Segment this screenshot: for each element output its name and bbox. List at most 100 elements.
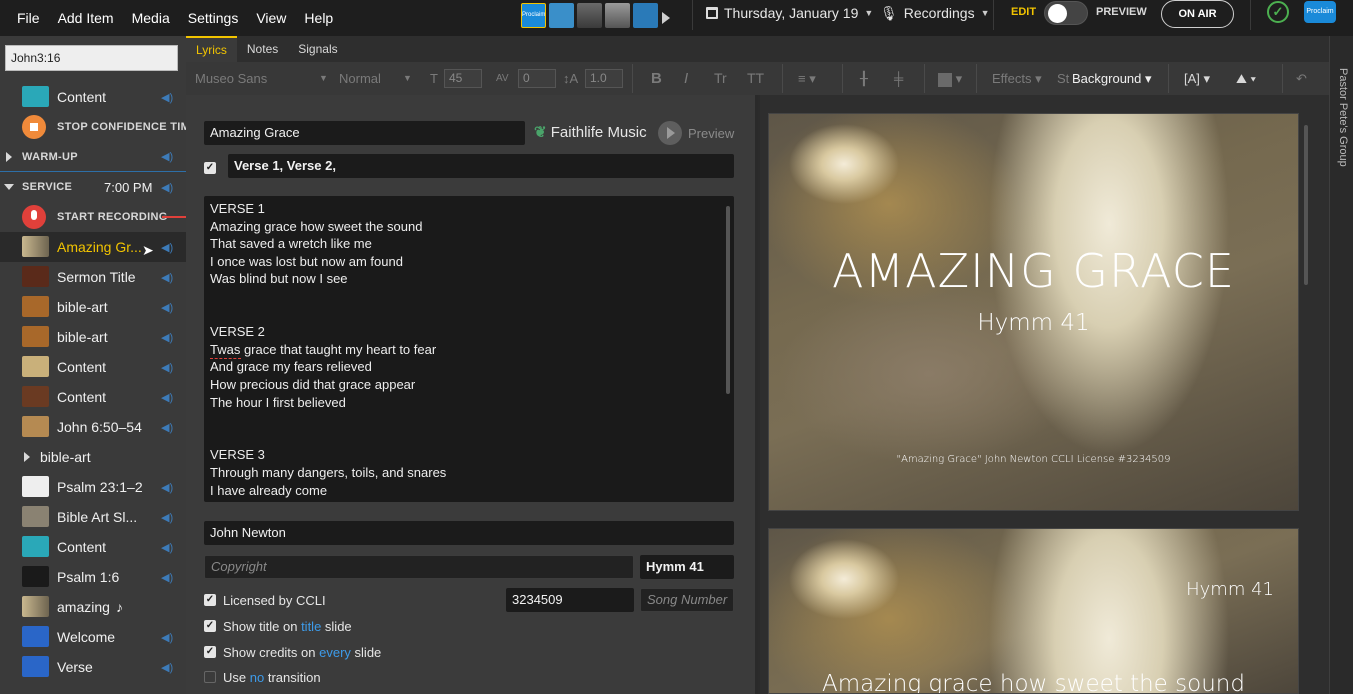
group-panel-label[interactable]: Pastor Pete's Group xyxy=(1333,68,1349,188)
service-date-picker[interactable]: Thursday, January 19 ▼ xyxy=(706,0,873,26)
transition-link[interactable]: no xyxy=(250,670,264,685)
valign-center-icon[interactable]: ╂ xyxy=(860,62,868,95)
list-item[interactable]: Content ◀) xyxy=(0,382,186,412)
list-item[interactable]: Psalm 1:6 ◀) xyxy=(0,562,186,592)
slide-title-preview[interactable]: AMAZING GRACE Hymm 41 "Amazing Grace" Jo… xyxy=(768,113,1299,511)
chevron-down-icon: ▼ xyxy=(403,73,412,83)
divider xyxy=(924,64,925,93)
transition-label: Use no transition xyxy=(223,670,321,685)
show-title-suffix: slide xyxy=(324,619,352,634)
show-credits-link[interactable]: every xyxy=(319,645,351,660)
song-title-input[interactable]: Amazing Grace xyxy=(204,121,525,145)
item-thumbnail xyxy=(22,86,49,107)
menu-view[interactable]: View xyxy=(247,0,295,36)
list-item-cue[interactable]: STOP CONFIDENCE TIME xyxy=(0,112,186,142)
chevron-down-icon: ▼ xyxy=(980,8,990,18)
profile-avatar[interactable]: Proclaim xyxy=(1304,1,1336,23)
subscript-icon[interactable]: Tr xyxy=(714,62,727,95)
verse-order-input[interactable]: Verse 1, Verse 2, xyxy=(228,154,734,178)
slide-preview-pane: AMAZING GRACE Hymm 41 "Amazing Grace" Jo… xyxy=(760,95,1329,694)
menu-media[interactable]: Media xyxy=(123,0,179,36)
menu-settings[interactable]: Settings xyxy=(179,0,248,36)
preview-button[interactable]: Preview xyxy=(658,121,734,145)
background-label: Background xyxy=(1072,71,1142,86)
song-number-input[interactable]: Song Number xyxy=(640,588,734,612)
thumb-person-icon[interactable] xyxy=(549,3,574,28)
on-air-button[interactable]: ON AIR xyxy=(1161,0,1234,28)
thumb-portrait-1[interactable] xyxy=(577,3,602,28)
list-item[interactable]: amazing ♪ xyxy=(0,592,186,622)
tab-lyrics[interactable]: Lyrics xyxy=(186,36,237,62)
effects-dropdown[interactable]: Effects ▾ xyxy=(992,62,1042,95)
line-height-input[interactable]: 1.0 xyxy=(585,69,623,88)
bold-icon[interactable]: B xyxy=(651,62,662,95)
image-icon[interactable]: ⛰ ▾ xyxy=(1236,62,1256,95)
thumb-proclaim[interactable]: Proclaim xyxy=(521,3,546,28)
show-title-checkbox[interactable]: ✓ xyxy=(204,620,216,632)
list-item[interactable]: bible-art ◀) xyxy=(0,292,186,322)
list-item[interactable]: Content ◀) xyxy=(0,352,186,382)
ccli-label: Licensed by CCLI xyxy=(223,593,326,608)
play-icon[interactable] xyxy=(662,12,670,24)
divider xyxy=(632,64,633,93)
slide-verse-preview[interactable]: Hymm 41 Amazing grace how sweet the soun… xyxy=(768,528,1299,694)
list-item[interactable]: Psalm 23:1–2 ◀) xyxy=(0,472,186,502)
verse-order-checkbox[interactable]: ✓ xyxy=(204,162,216,174)
thumb-portrait-2[interactable] xyxy=(605,3,630,28)
menu-help[interactable]: Help xyxy=(295,0,342,36)
tab-notes[interactable]: Notes xyxy=(237,36,288,62)
show-credits-checkbox[interactable]: ✓ xyxy=(204,646,216,658)
lyric-line: How precious did that grace appear xyxy=(210,377,416,392)
list-item[interactable]: Bible Art Sl... ◀) xyxy=(0,502,186,532)
list-item[interactable]: Content ◀) xyxy=(0,532,186,562)
lyrics-textarea[interactable]: VERSE 1 Amazing grace how sweet the soun… xyxy=(204,196,734,502)
pane-divider[interactable] xyxy=(755,95,758,694)
text-box-icon[interactable]: [A] ▾ xyxy=(1184,62,1210,95)
ccli-checkbox[interactable]: ✓ xyxy=(204,594,216,606)
speaker-icon: ◀) xyxy=(161,391,174,404)
all-caps-icon[interactable]: TT xyxy=(747,62,764,95)
styles-dropdown[interactable]: St xyxy=(1057,62,1069,95)
list-item[interactable]: Welcome ◀) xyxy=(0,622,186,652)
letter-spacing-input[interactable]: 0 xyxy=(518,69,556,88)
preview-scrollbar[interactable] xyxy=(1304,125,1308,285)
copyright-input[interactable]: Copyright xyxy=(204,555,634,579)
faithlife-music-link[interactable]: ❦ Faithlife Music xyxy=(534,123,647,141)
hymn-input[interactable]: Hymm 41 xyxy=(640,555,734,579)
list-item-cue[interactable]: START RECORDING xyxy=(0,202,186,232)
list-item[interactable]: bible-art ◀) xyxy=(0,322,186,352)
item-label: Welcome xyxy=(57,629,116,645)
menu-add-item[interactable]: Add Item xyxy=(49,0,123,36)
status-check-icon[interactable]: ✓ xyxy=(1267,1,1289,23)
valign-middle-icon[interactable]: ╪ xyxy=(894,62,903,95)
recordings-dropdown[interactable]: 🎙 Recordings ▼ xyxy=(880,0,990,26)
undo-icon[interactable]: ↶ xyxy=(1296,62,1307,95)
menu-file[interactable]: File xyxy=(0,0,49,36)
group-bible-art[interactable]: bible-art xyxy=(0,442,186,472)
font-family-select[interactable]: Museo Sans xyxy=(195,62,267,95)
background-dropdown[interactable]: Background ▾ xyxy=(1072,62,1152,95)
list-item[interactable]: John 6:50–54 ◀) xyxy=(0,412,186,442)
section-warm-up[interactable]: WARM-UP ◀) xyxy=(0,142,186,172)
list-item[interactable]: Content ◀) xyxy=(0,82,186,112)
font-size-input[interactable]: 45 xyxy=(444,69,482,88)
thumb-blue-slide[interactable] xyxy=(633,3,658,28)
align-icon[interactable]: ≡ ▾ xyxy=(798,62,816,95)
list-item-selected[interactable]: Amazing Gr... ◀) xyxy=(0,232,186,262)
section-service[interactable]: SERVICE 7:00 PM ◀) xyxy=(0,172,186,202)
list-item[interactable]: Sermon Title ◀) xyxy=(0,262,186,292)
lyrics-scrollbar[interactable] xyxy=(726,206,730,394)
search-input[interactable]: John3:16 xyxy=(5,45,178,71)
font-weight-select[interactable]: Normal xyxy=(339,62,381,95)
fill-color-icon[interactable]: ▾ xyxy=(938,62,962,95)
italic-icon[interactable]: I xyxy=(684,62,688,95)
section-label: WARM-UP xyxy=(22,150,78,163)
item-thumbnail xyxy=(22,476,49,497)
edit-preview-toggle[interactable] xyxy=(1044,1,1088,25)
ccli-number-input[interactable]: 3234509 xyxy=(506,588,634,612)
show-title-link[interactable]: title xyxy=(301,619,321,634)
list-item[interactable]: Verse ◀) xyxy=(0,652,186,682)
tab-signals[interactable]: Signals xyxy=(288,36,347,62)
author-input[interactable]: John Newton xyxy=(204,521,734,545)
transition-checkbox[interactable] xyxy=(204,671,216,683)
